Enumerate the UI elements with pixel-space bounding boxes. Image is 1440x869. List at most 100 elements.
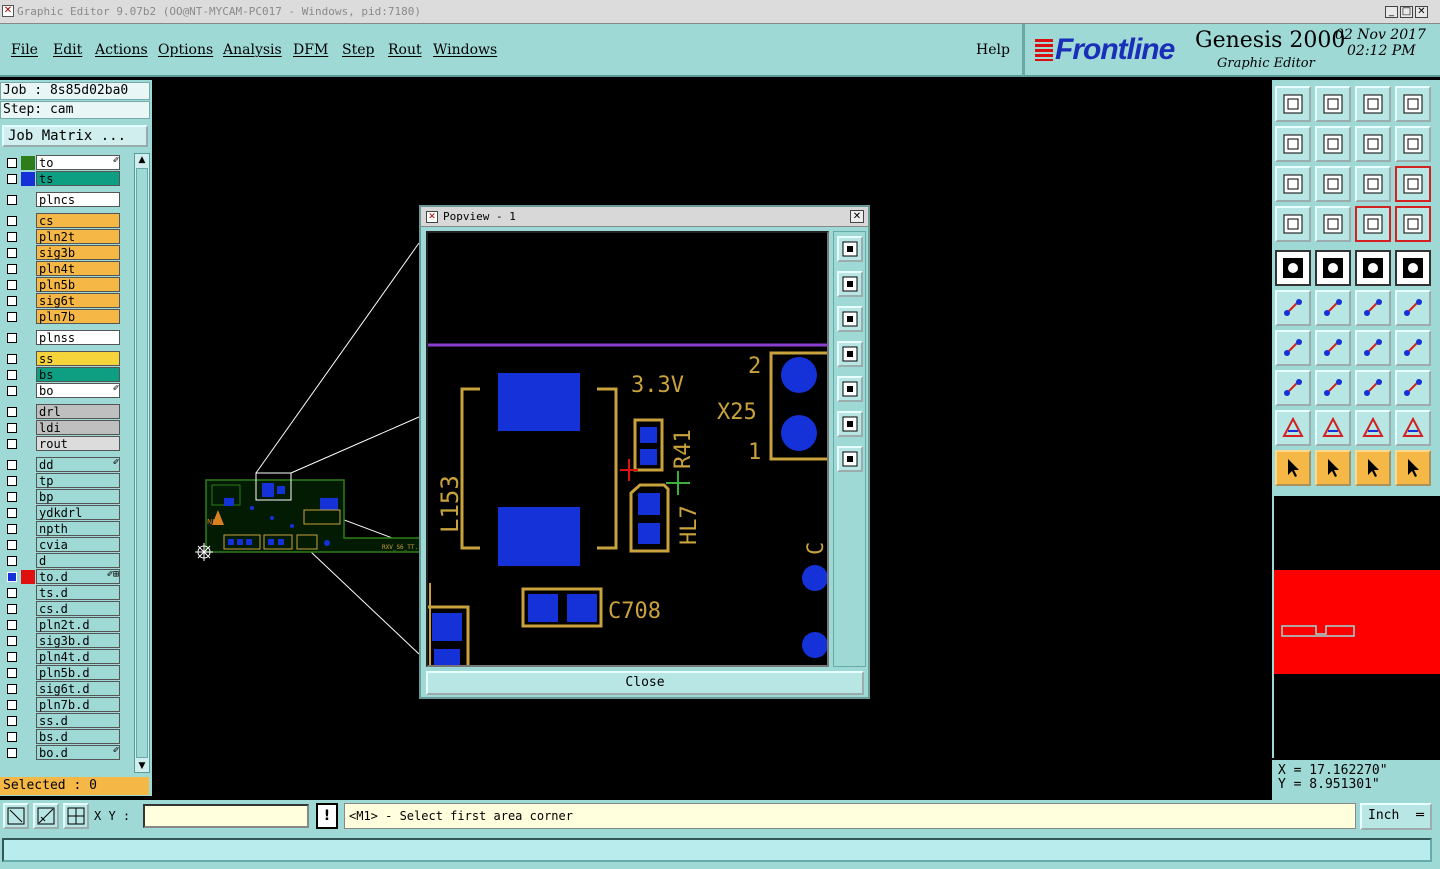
layer-checkbox[interactable] — [7, 620, 17, 630]
layer-name[interactable]: pln5b — [36, 277, 120, 292]
layer-row-sig3b[interactable]: sig3b — [2, 245, 133, 260]
popview-layer-up-icon[interactable] — [837, 271, 863, 297]
net-highlight-icon[interactable] — [1355, 206, 1391, 242]
grid-icon[interactable] — [63, 803, 89, 829]
circle-pad-icon[interactable] — [1395, 250, 1431, 286]
layer-checkbox[interactable] — [7, 312, 17, 322]
layer-name[interactable]: ts — [36, 171, 120, 186]
menu-rout[interactable]: Rout — [388, 42, 422, 58]
unit-selector[interactable]: Inch ═ — [1360, 803, 1432, 830]
net-select-icon[interactable] — [1395, 206, 1431, 242]
layer-checkbox[interactable] — [7, 439, 17, 449]
ruler-icon[interactable] — [1355, 250, 1391, 286]
layer-row-bp[interactable]: bp — [2, 489, 133, 504]
menu-help[interactable]: Help — [976, 42, 1010, 58]
layer-checkbox[interactable] — [7, 636, 17, 646]
layer-name[interactable]: bp — [36, 489, 120, 504]
job-matrix-button[interactable]: Job Matrix ... — [2, 125, 148, 147]
grid-display-icon[interactable] — [1315, 206, 1351, 242]
layer-row-ts[interactable]: ts — [2, 171, 133, 186]
layer-checkbox[interactable] — [7, 588, 17, 598]
pan-right-icon[interactable] — [1315, 126, 1351, 162]
layer-checkbox[interactable] — [7, 264, 17, 274]
layer-row-pln5b-d[interactable]: pln5b.d — [2, 665, 133, 680]
zoom-region-icon[interactable] — [1395, 86, 1431, 122]
layer-name[interactable]: pln2t.d — [36, 617, 120, 632]
layer-name[interactable]: bs.d — [36, 729, 120, 744]
layer-checkbox[interactable] — [7, 524, 17, 534]
popview-canvas[interactable]: L153 3.3V R41 HL7 X25 2 1 C C708 — [426, 231, 829, 667]
flip-feature-icon[interactable] — [1395, 330, 1431, 366]
layer-checkbox[interactable] — [7, 716, 17, 726]
layer-name[interactable]: pln7b.d — [36, 697, 120, 712]
layer-row-rout[interactable]: rout — [2, 436, 133, 451]
layer-checkbox[interactable] — [7, 604, 17, 614]
menu-step[interactable]: Step — [342, 42, 374, 58]
layer-name[interactable]: cvia — [36, 537, 120, 552]
trace-edit-icon[interactable] — [1315, 330, 1351, 366]
layer-row-sig6t[interactable]: sig6t — [2, 293, 133, 308]
layer-row-bs-d[interactable]: bs.d — [2, 729, 133, 744]
select-path-icon[interactable] — [1395, 450, 1431, 486]
popview-layer-down-icon[interactable] — [837, 306, 863, 332]
layer-row-d[interactable]: d — [2, 553, 133, 568]
menu-windows[interactable]: Windows — [433, 42, 497, 58]
layer-name[interactable]: cs — [36, 213, 120, 228]
layer-checkbox[interactable] — [7, 476, 17, 486]
layer-name[interactable]: npth — [36, 521, 120, 536]
popview-pan-right-icon[interactable] — [837, 376, 863, 402]
layer-row-pln7b[interactable]: pln7b — [2, 309, 133, 324]
menu-analysis[interactable]: Analysis — [223, 42, 282, 58]
zoom-1to1-icon[interactable] — [1355, 166, 1391, 202]
snap-icon[interactable] — [3, 803, 29, 829]
layer-name[interactable]: sig3b.d — [36, 633, 120, 648]
layer-row-sig3b-d[interactable]: sig3b.d — [2, 633, 133, 648]
layer-name[interactable]: bo.d — [36, 745, 120, 760]
popview-close-icon[interactable]: ✕ — [850, 210, 864, 223]
minimize-button[interactable]: _ — [1385, 6, 1398, 18]
layer-checkbox[interactable] — [7, 195, 17, 205]
layer-row-ss[interactable]: ss — [2, 351, 133, 366]
zoom-fit-icon[interactable] — [1275, 166, 1311, 202]
layer-name[interactable]: ss — [36, 351, 120, 366]
split-icon[interactable] — [1315, 370, 1351, 406]
popview-settings-icon[interactable] — [837, 236, 863, 262]
layer-row-plnss[interactable]: plnss — [2, 330, 133, 345]
layer-row-cvia[interactable]: cvia — [2, 537, 133, 552]
layer-row-bo-d[interactable]: bo.d ✐ — [2, 745, 133, 760]
layer-checkbox[interactable] — [7, 668, 17, 678]
triangle-b-icon[interactable] — [1315, 410, 1351, 446]
layer-checkbox[interactable] — [7, 248, 17, 258]
layer-name[interactable]: tp — [36, 473, 120, 488]
close-window-button[interactable]: ✕ — [1415, 6, 1428, 18]
layer-row-bo[interactable]: bo ✐ — [2, 383, 133, 398]
measure-dist-icon[interactable] — [1355, 370, 1391, 406]
layer-name[interactable]: bs — [36, 367, 120, 382]
layer-name[interactable]: pln4t — [36, 261, 120, 276]
scroll-down-icon[interactable]: ▼ — [136, 760, 148, 772]
layer-name[interactable]: sig6t — [36, 293, 120, 308]
menu-options[interactable]: Options — [158, 42, 213, 58]
layer-row-dd[interactable]: dd ✐ — [2, 457, 133, 472]
select-rotate-icon[interactable] — [1355, 450, 1391, 486]
layer-name[interactable]: to — [36, 155, 120, 170]
layer-row-ldi[interactable]: ldi — [2, 420, 133, 435]
layer-row-bs[interactable]: bs — [2, 367, 133, 382]
mirror-icon[interactable] — [1355, 126, 1391, 162]
layer-name[interactable]: bo — [36, 383, 120, 398]
help-query-icon[interactable] — [1395, 166, 1431, 202]
delete-node-icon[interactable] — [1315, 290, 1351, 326]
measure-icon[interactable] — [33, 803, 59, 829]
home-view-icon[interactable] — [1355, 86, 1391, 122]
layer-row-drl[interactable]: drl — [2, 404, 133, 419]
layer-checkbox[interactable] — [7, 460, 17, 470]
menu-edit[interactable]: Edit — [53, 42, 82, 58]
layer-row-ydkdrl[interactable]: ydkdrl — [2, 505, 133, 520]
layer-down-icon[interactable] — [1315, 86, 1351, 122]
layer-name[interactable]: pln4t.d — [36, 649, 120, 664]
layer-checkbox[interactable] — [7, 572, 17, 582]
layer-name[interactable]: drl — [36, 404, 120, 419]
cut-icon[interactable] — [1315, 250, 1351, 286]
menu-file[interactable]: File — [11, 42, 38, 58]
add-pad-icon[interactable] — [1275, 250, 1311, 286]
